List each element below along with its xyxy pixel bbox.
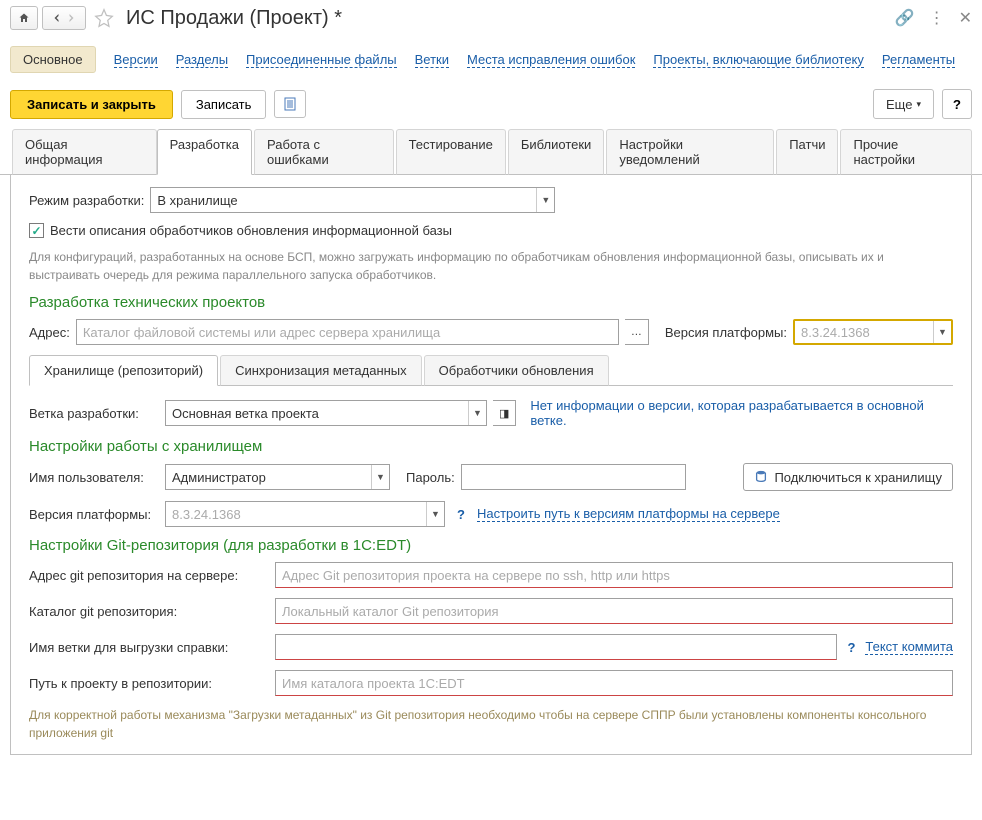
password-input[interactable] <box>461 464 686 490</box>
more-button[interactable]: Еще▾ <box>873 89 934 119</box>
nav-versions[interactable]: Версии <box>114 52 158 68</box>
help-icon[interactable]: ? <box>847 640 855 655</box>
nav-error-places[interactable]: Места исправления ошибок <box>467 52 635 68</box>
address-input[interactable]: Каталог файловой системы или адрес серве… <box>76 319 619 345</box>
tab-libraries[interactable]: Библиотеки <box>508 129 604 175</box>
git-addr-input[interactable]: Адрес Git репозитория проекта на сервере… <box>275 562 953 588</box>
chevron-down-icon[interactable]: ▼ <box>468 401 486 425</box>
subtab-update-handlers[interactable]: Обработчики обновления <box>424 355 609 386</box>
section-tech-projects: Разработка технических проектов <box>29 294 953 311</box>
branch-open-button[interactable]: ◨ <box>493 400 516 426</box>
address-label: Адрес: <box>29 325 70 340</box>
page-title: ИС Продажи (Проект) * <box>126 7 342 30</box>
help-icon[interactable]: ? <box>457 507 465 522</box>
project-path-input[interactable]: Имя каталога проекта 1С:EDT <box>275 670 953 696</box>
kebab-menu-icon[interactable]: ⋮ <box>929 8 945 28</box>
username-select[interactable]: Администратор ▼ <box>165 464 390 490</box>
tab-other[interactable]: Прочие настройки <box>840 129 972 175</box>
database-icon <box>754 470 768 484</box>
project-path-label: Путь к проекту в репозитории: <box>29 676 269 691</box>
save-close-button[interactable]: Записать и закрыть <box>10 90 173 119</box>
git-hint: Для корректной работы механизма "Загрузк… <box>29 706 953 742</box>
git-catalog-input[interactable]: Локальный каталог Git репозитория <box>275 598 953 624</box>
section-git: Настройки Git-репозитория (для разработк… <box>29 537 953 554</box>
list-icon-button[interactable] <box>274 90 306 118</box>
platform-version2-label: Версия платформы: <box>29 507 159 522</box>
link-icon[interactable]: 🔗 <box>895 8 915 28</box>
handlers-checkbox[interactable]: ✓ <box>29 223 44 238</box>
dev-mode-select[interactable]: В хранилище ▼ <box>150 187 555 213</box>
branch-select[interactable]: Основная ветка проекта ▼ <box>165 400 487 426</box>
help-button[interactable]: ? <box>942 89 972 119</box>
subtab-metadata-sync[interactable]: Синхронизация метаданных <box>220 355 422 386</box>
nav-attached-files[interactable]: Присоединенные файлы <box>246 52 397 68</box>
nav-branches[interactable]: Ветки <box>415 52 449 68</box>
tab-general[interactable]: Общая информация <box>12 129 157 175</box>
tab-development[interactable]: Разработка <box>157 129 252 175</box>
address-browse-button[interactable]: … <box>625 319 649 345</box>
branch-label: Ветка разработки: <box>29 406 159 421</box>
nav-sections[interactable]: Разделы <box>176 52 228 68</box>
platform-version-label: Версия платформы: <box>665 325 787 340</box>
chevron-down-icon[interactable]: ▼ <box>933 321 951 343</box>
tab-notifications[interactable]: Настройки уведомлений <box>606 129 774 175</box>
platform-version2-select[interactable]: 8.3.24.1368 ▼ <box>165 501 445 527</box>
dev-mode-label: Режим разработки: <box>29 193 144 208</box>
section-storage: Настройки работы с хранилищем <box>29 438 953 455</box>
tab-testing[interactable]: Тестирование <box>396 129 506 175</box>
platform-version-select[interactable]: 8.3.24.1368 ▼ <box>793 319 953 345</box>
handlers-hint: Для конфигураций, разработанных на основ… <box>29 248 953 284</box>
tab-patches[interactable]: Патчи <box>776 129 838 175</box>
nav-back-forward[interactable] <box>42 6 86 30</box>
chevron-down-icon[interactable]: ▼ <box>426 502 444 526</box>
branch-info: Нет информации о версии, которая разраба… <box>530 398 953 428</box>
connect-button[interactable]: Подключиться к хранилищу <box>743 463 953 491</box>
chevron-down-icon[interactable]: ▼ <box>371 465 389 489</box>
subtab-repository[interactable]: Хранилище (репозиторий) <box>29 355 218 386</box>
git-branch-input[interactable] <box>275 634 837 660</box>
nav-projects[interactable]: Проекты, включающие библиотеку <box>653 52 863 68</box>
chevron-down-icon[interactable]: ▼ <box>536 188 554 212</box>
git-branch-label: Имя ветки для выгрузки справки: <box>29 640 269 655</box>
commit-text-link[interactable]: Текст коммита <box>865 639 953 655</box>
username-label: Имя пользователя: <box>29 470 159 485</box>
handlers-checkbox-label: Вести описания обработчиков обновления и… <box>50 223 452 238</box>
git-addr-label: Адрес git репозитория на сервере: <box>29 568 269 583</box>
nav-regulations[interactable]: Регламенты <box>882 52 955 68</box>
favorite-icon[interactable] <box>94 8 114 28</box>
home-button[interactable] <box>10 6 38 30</box>
close-icon[interactable]: ✕ <box>959 8 972 28</box>
password-label: Пароль: <box>406 470 455 485</box>
tab-errors[interactable]: Работа с ошибками <box>254 129 394 175</box>
git-catalog-label: Каталог git репозитория: <box>29 604 269 619</box>
configure-path-link[interactable]: Настроить путь к версиям платформы на се… <box>477 506 780 522</box>
save-button[interactable]: Записать <box>181 90 267 119</box>
nav-main[interactable]: Основное <box>10 46 96 73</box>
